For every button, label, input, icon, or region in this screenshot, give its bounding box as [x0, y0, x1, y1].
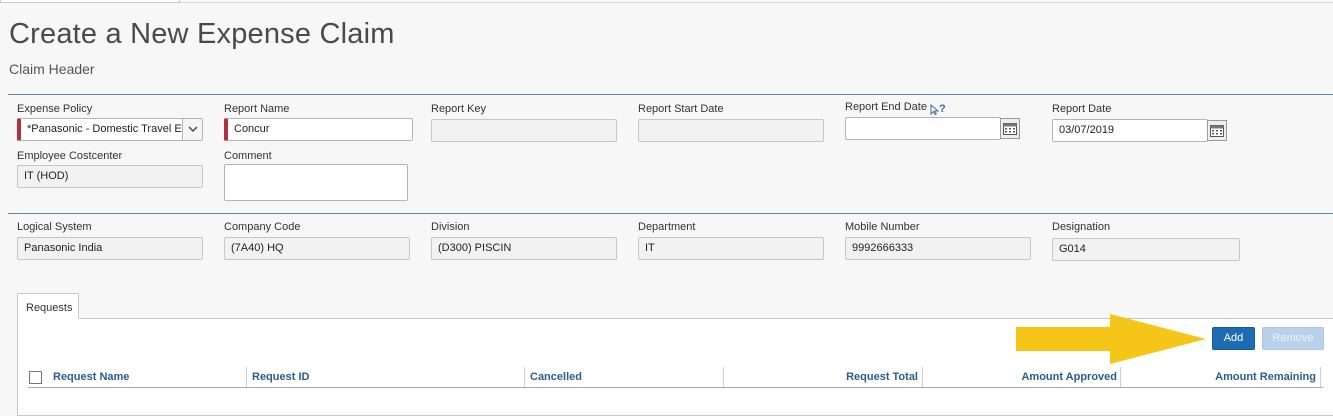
calendar-icon[interactable]: [1207, 120, 1227, 141]
column-separator[interactable]: [723, 367, 724, 387]
help-icon[interactable]: ?: [930, 103, 946, 115]
calendar-icon[interactable]: [1000, 118, 1020, 139]
comment-label: Comment: [224, 150, 272, 162]
column-header-cancelled[interactable]: Cancelled: [530, 368, 582, 387]
column-separator[interactable]: [1320, 367, 1321, 387]
company-code-label: Company Code: [224, 221, 301, 233]
report-start-date-field: [638, 119, 824, 142]
company-code-field: (7A40) HQ: [224, 237, 410, 260]
report-date-input[interactable]: 03/07/2019: [1052, 119, 1208, 142]
logical-system-field: Panasonic India: [17, 237, 203, 260]
report-end-date-input[interactable]: [845, 117, 1001, 140]
arrow-right-icon: [1016, 314, 1206, 364]
select-all-checkbox[interactable]: [29, 371, 42, 384]
top-divider: [180, 2, 1333, 3]
report-name-input[interactable]: Concur: [224, 118, 413, 141]
division-label: Division: [431, 221, 470, 233]
tab-requests[interactable]: Requests: [17, 293, 79, 319]
report-name-label: Report Name: [224, 103, 290, 115]
expense-policy-value: *Panasonic - Domestic Travel E: [27, 123, 182, 135]
column-separator[interactable]: [246, 367, 247, 387]
column-header-amount-approved[interactable]: Amount Approved: [928, 368, 1117, 387]
column-separator[interactable]: [922, 367, 923, 387]
column-separator[interactable]: [1120, 367, 1121, 387]
comment-textarea[interactable]: [224, 164, 408, 201]
column-header-request-id[interactable]: Request ID: [252, 368, 309, 387]
mobile-number-label: Mobile Number: [845, 221, 920, 233]
report-key-field: [431, 119, 617, 142]
column-separator[interactable]: [524, 367, 525, 387]
page-subtitle: Claim Header: [9, 61, 95, 77]
expense-policy-label: Expense Policy: [17, 103, 93, 115]
column-header-amount-remaining[interactable]: Amount Remaining: [1126, 368, 1316, 387]
column-header-request-name[interactable]: Request Name: [53, 368, 129, 387]
department-field: IT: [638, 237, 824, 260]
expense-policy-select[interactable]: *Panasonic - Domestic Travel E: [17, 118, 203, 141]
employee-costcenter-field: IT (HOD): [17, 165, 203, 188]
report-key-label: Report Key: [431, 103, 487, 115]
header-section-divider: [8, 94, 1333, 95]
org-section-divider: [8, 213, 1333, 214]
division-field: (D300) PISCIN: [431, 237, 617, 260]
logical-system-label: Logical System: [17, 221, 92, 233]
department-label: Department: [638, 221, 696, 233]
designation-label: Designation: [1052, 221, 1111, 233]
add-button[interactable]: Add: [1212, 327, 1255, 350]
employee-costcenter-label: Employee Costcenter: [17, 150, 123, 162]
chevron-down-icon[interactable]: [182, 119, 202, 140]
remove-button[interactable]: Remove: [1262, 327, 1324, 350]
table-header-underline: [28, 387, 1323, 388]
top-tab-stub: [0, 0, 180, 3]
page-title: Create a New Expense Claim: [9, 18, 395, 50]
column-header-request-total[interactable]: Request Total: [729, 368, 918, 387]
mobile-number-field: 9992666333: [845, 237, 1031, 260]
designation-field: G014: [1052, 238, 1240, 261]
report-start-date-label: Report Start Date: [638, 103, 724, 115]
help-text: ?: [939, 103, 946, 115]
report-end-date-label: Report End Date: [845, 101, 927, 113]
report-date-label: Report Date: [1052, 103, 1112, 115]
